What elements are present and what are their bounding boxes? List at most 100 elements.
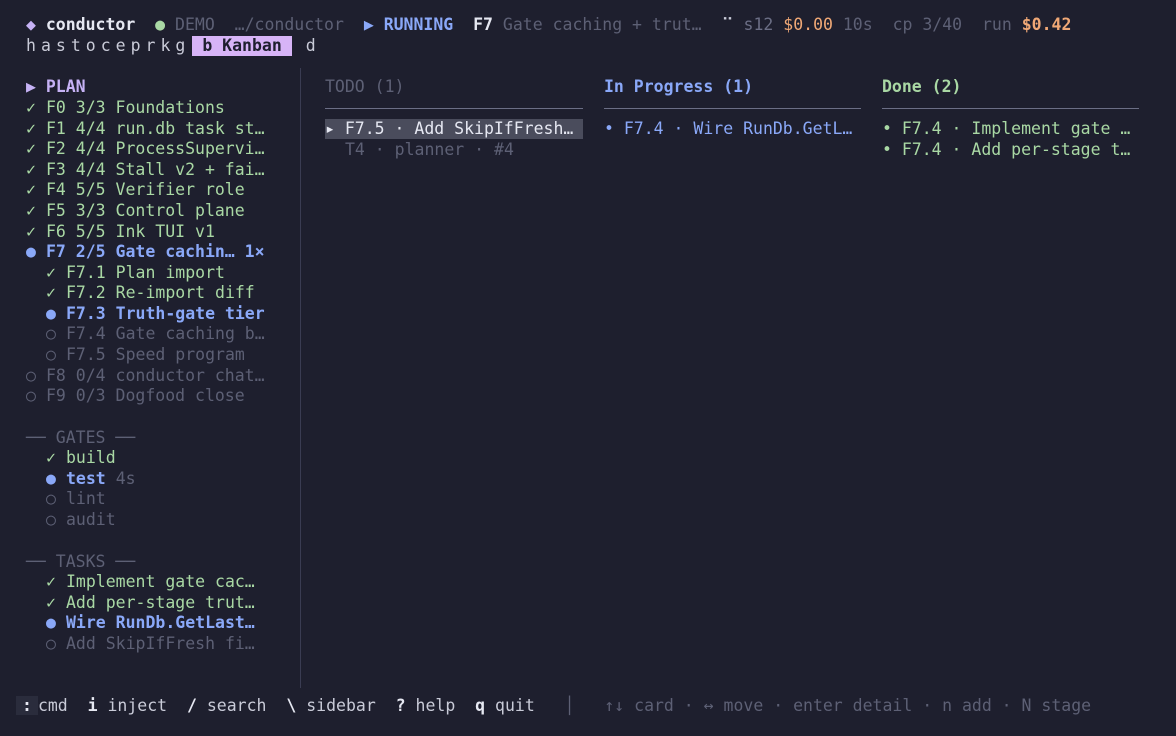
sidebar: ▶ PLAN ✓ F0 3/3 Foundations ✓ F1 4/4 run.d… bbox=[0, 68, 301, 688]
gate-item[interactable]: ○ lint bbox=[46, 489, 106, 509]
sidebar-subfeature-active[interactable]: ● F7.3 Truth-gate tier bbox=[46, 304, 265, 324]
tab-bar: hastoceprkg b Kanban d bbox=[26, 36, 321, 56]
check-icon: ✓ bbox=[26, 139, 36, 158]
run-label: run bbox=[981, 15, 1012, 34]
check-icon: ✓ bbox=[26, 160, 36, 179]
sidebar-feature[interactable]: ✓ F4 5/5 Verifier role bbox=[26, 180, 245, 200]
cmd-key[interactable]: : bbox=[16, 696, 38, 715]
cmd-label[interactable]: cmd bbox=[38, 696, 68, 715]
play-icon: ▶ bbox=[363, 15, 374, 34]
sidebar-subfeature[interactable]: ○ F7.4 Gate caching b… bbox=[46, 324, 265, 344]
tab-d[interactable]: d bbox=[306, 36, 316, 56]
gate-label: test bbox=[66, 469, 106, 488]
sidebar-feature-active[interactable]: ● F7 2/5 Gate cachin… 1× bbox=[26, 242, 265, 262]
sidebar-feature[interactable]: ✓ F1 4/4 run.db task st… bbox=[26, 119, 265, 139]
sidebar-feature[interactable]: ○ F8 0/4 conductor chat… bbox=[26, 366, 265, 386]
check-icon: ✓ bbox=[46, 448, 56, 467]
subfeature-label: F7.2 Re-import diff bbox=[66, 283, 255, 302]
quit-key[interactable]: q bbox=[475, 696, 485, 715]
tab-o[interactable]: o bbox=[86, 36, 96, 56]
sidebar-feature[interactable]: ✓ F3 4/4 Stall v2 + fai… bbox=[26, 160, 265, 180]
task-item-active[interactable]: ● Wire RunDb.GetLast… bbox=[46, 613, 255, 633]
tab-a[interactable]: a bbox=[41, 36, 51, 56]
tab-s[interactable]: s bbox=[56, 36, 66, 56]
gate-label: lint bbox=[66, 489, 106, 508]
sidebar-feature[interactable]: ✓ F5 3/3 Control plane bbox=[26, 201, 245, 221]
diamond-icon: ◆ bbox=[26, 15, 36, 34]
gates-header: ── GATES ── bbox=[26, 428, 136, 447]
search-label[interactable]: search bbox=[207, 696, 267, 715]
sidebar-subfeature[interactable]: ✓ F7.2 Re-import diff bbox=[46, 283, 255, 303]
kanban-card[interactable]: • F7.4 · Implement gate … bbox=[882, 119, 1130, 139]
sidebar-key[interactable]: \ bbox=[286, 696, 296, 715]
help-label[interactable]: help bbox=[416, 696, 456, 715]
help-key[interactable]: ? bbox=[396, 696, 406, 715]
feature-label: F2 4/4 ProcessSupervi… bbox=[46, 139, 265, 158]
task-item[interactable]: ○ Add SkipIfFresh fi… bbox=[46, 634, 255, 654]
tab-r[interactable]: r bbox=[146, 36, 156, 56]
gate-item[interactable]: ✓ build bbox=[46, 448, 116, 468]
column-done-title: Done (2) bbox=[882, 77, 962, 96]
search-key[interactable]: / bbox=[187, 696, 197, 715]
tab-g[interactable]: g bbox=[175, 36, 185, 56]
feature-label: F9 0/3 Dogfood close bbox=[46, 386, 245, 405]
sidebar-feature[interactable]: ○ F9 0/3 Dogfood close bbox=[26, 386, 245, 406]
gate-label: build bbox=[66, 448, 116, 467]
gate-item-active[interactable]: ● test 4s bbox=[46, 469, 136, 489]
tab-h[interactable]: h bbox=[26, 36, 36, 56]
tab-kanban[interactable]: b Kanban bbox=[192, 36, 292, 56]
inject-key[interactable]: i bbox=[88, 696, 98, 715]
tab-t[interactable]: t bbox=[71, 36, 81, 56]
quit-label[interactable]: quit bbox=[495, 696, 535, 715]
check-icon: ✓ bbox=[46, 593, 56, 612]
tasks-header: ── TASKS ── bbox=[26, 552, 136, 571]
kanban-card[interactable]: • F7.4 · Add per-stage t… bbox=[882, 140, 1130, 160]
tab-p[interactable]: p bbox=[131, 36, 141, 56]
feature-label: F3 4/4 Stall v2 + fai… bbox=[46, 160, 265, 179]
feature-label: F4 5/5 Verifier role bbox=[46, 180, 245, 199]
check-icon: ✓ bbox=[26, 119, 36, 138]
circle-icon: ○ bbox=[26, 366, 36, 385]
column-in-progress-divider bbox=[604, 108, 861, 109]
feature-label: F8 0/4 conductor chat… bbox=[46, 366, 265, 385]
task-label: Implement gate cac… bbox=[66, 572, 255, 591]
task-item[interactable]: ✓ Add per-stage trut… bbox=[46, 593, 255, 613]
check-icon: ✓ bbox=[46, 263, 56, 282]
sidebar-feature[interactable]: ✓ F6 5/5 Ink TUI v1 bbox=[26, 222, 215, 242]
sidebar-feature[interactable]: ✓ F2 4/4 ProcessSupervi… bbox=[26, 139, 265, 159]
inject-label[interactable]: inject bbox=[108, 696, 168, 715]
feature-label: F7 2/5 Gate cachin… 1× bbox=[46, 242, 265, 261]
circle-icon: ○ bbox=[46, 489, 56, 508]
kanban-card-selected[interactable]: ▸ F7.5 · Add SkipIfFresh… bbox=[325, 119, 583, 139]
tab-k[interactable]: k bbox=[160, 36, 170, 56]
gate-item[interactable]: ○ audit bbox=[46, 510, 116, 530]
column-todo-divider bbox=[325, 108, 583, 109]
sidebar-subfeature[interactable]: ✓ F7.1 Plan import bbox=[46, 263, 225, 283]
spinner-icon: ⠉ bbox=[721, 15, 734, 34]
subfeature-label: F7.4 Gate caching b… bbox=[66, 324, 265, 343]
check-icon: ✓ bbox=[26, 222, 36, 241]
kanban-card[interactable]: • F7.4 · Wire RunDb.GetL… bbox=[604, 119, 852, 139]
subfeature-label: F7.5 Speed program bbox=[66, 345, 245, 364]
sidebar-subfeature[interactable]: ○ F7.5 Speed program bbox=[46, 345, 245, 365]
task-item[interactable]: ✓ Implement gate cac… bbox=[46, 572, 255, 592]
column-todo-title: TODO (1) bbox=[325, 77, 405, 96]
task-label: Add SkipIfFresh fi… bbox=[66, 634, 255, 653]
sidebar-label[interactable]: sidebar bbox=[306, 696, 376, 715]
gate-label: audit bbox=[66, 510, 116, 529]
circle-icon: ○ bbox=[46, 345, 56, 364]
feature-label: F6 5/5 Ink TUI v1 bbox=[46, 222, 215, 241]
sidebar-feature[interactable]: ✓ F0 3/3 Foundations bbox=[26, 98, 225, 118]
run-state: RUNNING bbox=[383, 15, 454, 34]
app-name: conductor bbox=[45, 15, 136, 34]
kanban-card-meta: T4 · planner · #4 bbox=[345, 140, 514, 159]
feature-label: F1 4/4 run.db task st… bbox=[46, 119, 265, 138]
plan-header: ▶ PLAN bbox=[26, 77, 86, 96]
tab-c[interactable]: c bbox=[101, 36, 111, 56]
keyboard-hints: ↑↓ card · ↔ move · enter detail · n add … bbox=[604, 696, 1092, 715]
feature-label: F5 3/3 Control plane bbox=[46, 201, 245, 220]
tab-e[interactable]: e bbox=[116, 36, 126, 56]
checkpoint: cp 3/40 bbox=[892, 15, 963, 34]
check-icon: ✓ bbox=[26, 98, 36, 117]
task-label: Add per-stage trut… bbox=[66, 593, 255, 612]
